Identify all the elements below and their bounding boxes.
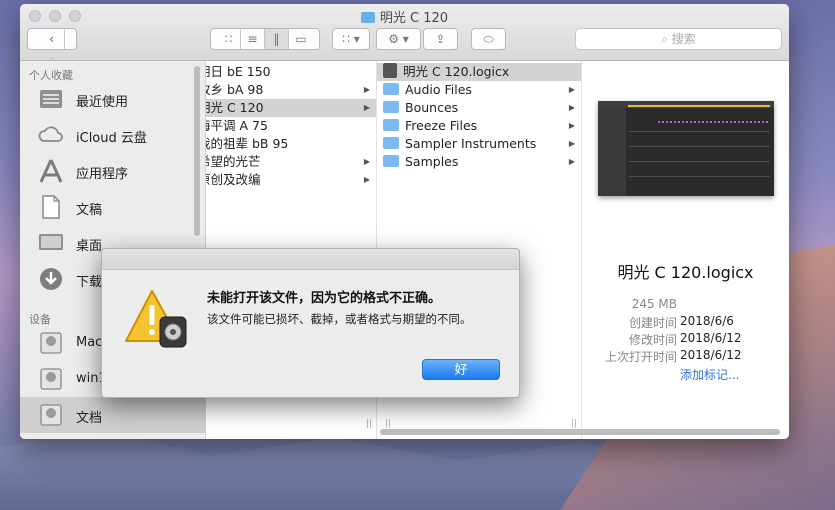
share-button[interactable]: ⇪: [423, 28, 458, 50]
folder-icon: [383, 119, 399, 131]
modified-label: 修改时间: [628, 333, 677, 347]
gallery-view-button[interactable]: ▭: [289, 29, 313, 49]
sidebar-item-applications[interactable]: 应用程序: [20, 153, 205, 189]
created-value: 2018/6/6: [680, 314, 734, 328]
column-resize-handle[interactable]: ||: [366, 419, 372, 429]
add-tags-link[interactable]: 添加标记...: [680, 366, 739, 383]
dialog-message: 该文件可能已损坏、截掉，或者格式与期望的不同。: [207, 312, 472, 326]
folder-icon: [383, 101, 399, 113]
list-item[interactable]: Bounces ▶: [377, 99, 581, 117]
sidebar-item-label: 下载: [76, 275, 103, 290]
sidebar-item-label: Mac: [76, 335, 103, 350]
download-icon: [40, 268, 62, 290]
last-opened-label: 上次打开时间: [604, 350, 677, 364]
sidebar-item-label: 文稿: [76, 203, 103, 218]
chevron-right-icon: ▶: [363, 175, 370, 184]
disk-icon: [40, 404, 62, 426]
chevron-right-icon: ▶: [568, 139, 575, 148]
disk-icon: [40, 368, 62, 390]
title-bar: 明光 C 120 ‹› ∷ ≡ ‖ ▭ ∷ ▾ ⚙ ▾ ⇪ ⬭ ⌕ 搜索: [20, 4, 789, 66]
sidebar-scrollbar[interactable]: [194, 66, 200, 236]
sidebar-item-label: iCloud 云盘: [76, 131, 147, 146]
sidebar-item-documents[interactable]: 文稿: [20, 189, 205, 225]
applications-icon: [39, 159, 63, 183]
list-item-selected[interactable]: 明光 C 120.logicx: [377, 63, 581, 81]
warning-icon: [125, 290, 187, 348]
folder-icon: [383, 137, 399, 149]
alert-dialog: 未能打开该文件，因为它的格式不正确。 该文件可能已损坏、截掉，或者格式与期望的不…: [101, 248, 520, 398]
action-gear-button[interactable]: ⚙ ▾: [376, 28, 421, 50]
sidebar-item-label: 应用程序: [76, 167, 129, 182]
chevron-right-icon: ▶: [568, 157, 575, 166]
list-item[interactable]: 原创及改编▶: [206, 171, 376, 189]
disk-icon: [40, 332, 62, 354]
sidebar-item-label: 文档: [76, 411, 103, 426]
search-field[interactable]: ⌕ 搜索: [575, 28, 782, 50]
sidebar-item-icloud[interactable]: iCloud 云盘: [20, 117, 205, 153]
chevron-right-icon: ▶: [568, 85, 575, 94]
sidebar-item-recents[interactable]: 最近使用: [20, 81, 205, 117]
tags-button[interactable]: ⬭: [471, 28, 506, 50]
cloud-icon: [38, 126, 63, 142]
list-item[interactable]: 海平调 A 75: [206, 117, 376, 135]
folder-icon: [383, 83, 399, 95]
sidebar-item-label: 桌面: [76, 239, 103, 254]
dialog-title: 未能打开该文件，因为它的格式不正确。: [207, 291, 442, 306]
desktop-icon: [39, 234, 63, 250]
file-preview-thumbnail: [598, 101, 774, 196]
list-item[interactable]: Freeze Files ▶: [377, 117, 581, 135]
column-resize-handle[interactable]: ||: [571, 419, 577, 429]
chevron-right-icon: ▶: [568, 121, 575, 130]
window-title: 明光 C 120: [20, 7, 789, 26]
folder-icon: [383, 155, 399, 167]
list-item[interactable]: 朝日 bE 150: [206, 63, 376, 81]
chevron-right-icon: ▶: [568, 103, 575, 112]
list-item[interactable]: Samples ▶: [377, 153, 581, 171]
recents-icon: [40, 90, 62, 108]
logic-project-icon: [383, 63, 397, 78]
last-opened-value: 2018/6/12: [680, 348, 742, 362]
sidebar-item-label: 最近使用: [76, 95, 129, 110]
list-view-button[interactable]: ≡: [241, 29, 265, 49]
chevron-right-icon: ▶: [363, 157, 370, 166]
created-label: 创建时间: [628, 316, 677, 330]
list-item-selected[interactable]: 明光 C 120▶: [206, 99, 376, 117]
folder-icon: [360, 12, 375, 23]
dialog-title-bar: [102, 249, 519, 270]
modified-value: 2018/6/12: [680, 331, 742, 345]
column-resize-handle[interactable]: ||: [385, 419, 391, 429]
chevron-right-icon: ▶: [363, 103, 370, 112]
preview-filename: 明光 C 120.logicx: [617, 263, 754, 282]
sidebar-item-device-documents[interactable]: 文档: [20, 397, 205, 433]
list-item[interactable]: 我的祖辈 bB 95: [206, 135, 376, 153]
preview-pane: 明光 C 120.logicx 245 MB 创建时间 2018/6/6 修改时…: [582, 61, 789, 439]
chevron-right-icon: ▶: [363, 85, 370, 94]
list-item[interactable]: Sampler Instruments ▶: [377, 135, 581, 153]
view-mode-segmented-control: ∷ ≡ ‖ ▭: [210, 28, 320, 50]
ok-button[interactable]: 好: [422, 359, 500, 380]
search-icon: ⌕: [661, 32, 668, 46]
list-item[interactable]: 故乡 bA 98▶: [206, 81, 376, 99]
document-icon: [42, 195, 60, 219]
list-item[interactable]: Audio Files ▶: [377, 81, 581, 99]
list-item[interactable]: 希望的光芒▶: [206, 153, 376, 171]
horizontal-scrollbar[interactable]: [380, 429, 780, 435]
arrange-button[interactable]: ∷ ▾: [332, 28, 370, 50]
icon-view-button[interactable]: ∷: [217, 29, 241, 49]
back-button[interactable]: ‹: [40, 29, 65, 49]
back-forward-buttons: ‹›: [27, 28, 77, 66]
column-view-button[interactable]: ‖: [265, 29, 289, 49]
preview-size: 245 MB: [631, 297, 677, 311]
